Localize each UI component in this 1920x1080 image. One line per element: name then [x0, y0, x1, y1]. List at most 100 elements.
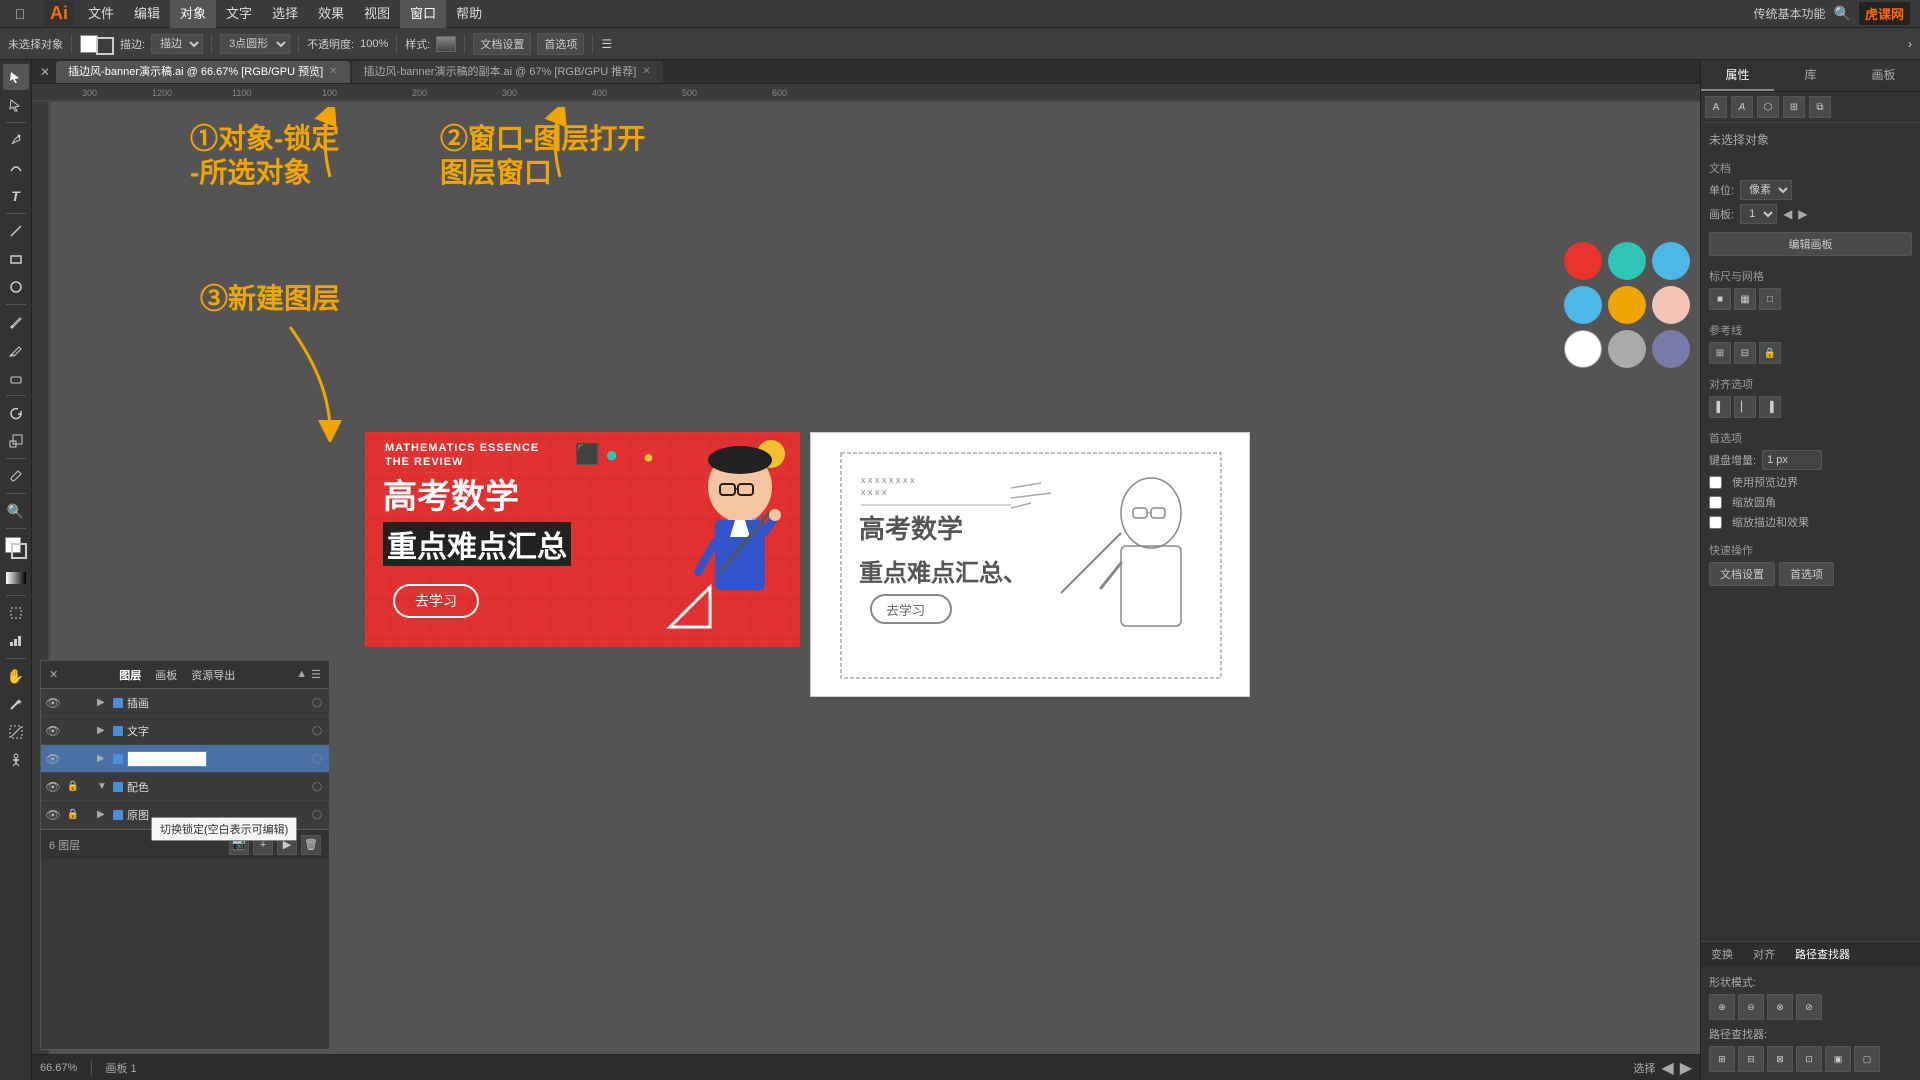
guide-lock-icon[interactable]: 🔒 — [1759, 342, 1781, 364]
unit-select[interactable]: 像素 — [1740, 180, 1792, 200]
tab-artboards[interactable]: 画板 — [1847, 60, 1920, 91]
direct-select-tool[interactable] — [3, 92, 29, 118]
close-panel-btn[interactable]: ✕ — [40, 65, 50, 79]
tab-library[interactable]: 库 — [1774, 60, 1847, 91]
pathfinder-icon[interactable]: ⧉ — [1809, 96, 1831, 118]
magic-wand-tool[interactable] — [3, 691, 29, 717]
canvas-prev-btn[interactable]: ◀ — [1783, 207, 1792, 221]
slice-tool[interactable] — [3, 719, 29, 745]
canvas-next-btn[interactable]: ▶ — [1798, 207, 1807, 221]
type-tool[interactable]: T — [3, 183, 29, 209]
layer-eye-palette[interactable]: 👁 — [45, 779, 61, 795]
layer-expand-chua[interactable]: ▶ — [97, 697, 109, 708]
crop-btn[interactable]: ⊡ — [1796, 1046, 1822, 1072]
nav-right-btn[interactable]: ▶ — [1680, 1058, 1692, 1078]
align-right-icon[interactable]: ▐ — [1759, 396, 1781, 418]
intersect-btn[interactable]: ⊗ — [1767, 994, 1793, 1020]
layer-expand-palette[interactable]: ▼ — [97, 781, 109, 792]
layers-tab-layers[interactable]: 图层 — [113, 665, 147, 685]
edit-canvas-btn[interactable]: 编辑画板 — [1709, 232, 1912, 256]
quick-doc-settings-btn[interactable]: 文档设置 — [1709, 562, 1775, 586]
layer-lock-original[interactable]: 🔒 — [65, 807, 81, 823]
menu-edit[interactable]: 编辑 — [124, 0, 170, 28]
doc-settings-btn[interactable]: 文档设置 — [473, 33, 531, 55]
curvature-tool[interactable] — [3, 155, 29, 181]
scale-corners-checkbox[interactable] — [1709, 496, 1722, 509]
menu-help[interactable]: 帮助 — [446, 0, 492, 28]
menu-text[interactable]: 文字 — [216, 0, 262, 28]
gradient-tool[interactable] — [3, 565, 29, 591]
quick-preferences-btn[interactable]: 首选项 — [1779, 562, 1834, 586]
eraser-tool[interactable] — [3, 365, 29, 391]
layer-name-editing[interactable] — [127, 751, 305, 767]
swatch-pink[interactable] — [1652, 286, 1690, 324]
trim-btn[interactable]: ⊟ — [1738, 1046, 1764, 1072]
menu-view[interactable]: 视图 — [354, 0, 400, 28]
layer-eye-original[interactable]: 👁 — [45, 807, 61, 823]
layer-lock-text[interactable] — [65, 723, 81, 739]
layer-row-original[interactable]: 👁 🔒 ▶ 原图 ◯ — [41, 801, 329, 829]
preview-bounds-checkbox[interactable] — [1709, 476, 1722, 489]
ruler-icon[interactable]: ■ — [1709, 288, 1731, 310]
align-center-h-icon[interactable]: ▏ — [1734, 396, 1756, 418]
make-clipping-mask-btn[interactable]: 📷 — [229, 835, 249, 855]
delete-layer-btn[interactable]: 🗑 — [301, 835, 321, 855]
minus-back-btn[interactable]: ▢ — [1854, 1046, 1880, 1072]
zoom-tool[interactable]: 🔍 — [3, 498, 29, 524]
scale-tool[interactable] — [3, 428, 29, 454]
layer-vis-palette[interactable]: ◯ — [309, 779, 325, 795]
swatch-red[interactable] — [1564, 242, 1602, 280]
eyedropper-tool[interactable] — [3, 463, 29, 489]
exclude-btn[interactable]: ⊘ — [1796, 994, 1822, 1020]
nudge-input[interactable] — [1762, 450, 1822, 470]
chevron-right-icon[interactable]: › — [1908, 37, 1912, 51]
canvas-select[interactable]: 1 — [1740, 204, 1777, 224]
swatch-blue[interactable] — [1652, 242, 1690, 280]
divide-btn[interactable]: ⊞ — [1709, 1046, 1735, 1072]
menu-object[interactable]: 对象 — [170, 0, 216, 28]
transform-icon-panel[interactable]: ⊞ — [1783, 96, 1805, 118]
effects-icon[interactable]: ⬡ — [1757, 96, 1779, 118]
apple-menu[interactable]:  — [0, 6, 40, 22]
layer-expand-original[interactable]: ▶ — [97, 809, 109, 820]
snap-icon[interactable]: □ — [1759, 288, 1781, 310]
layer-eye-chua[interactable]: 👁 — [45, 695, 61, 711]
swatch-orange[interactable] — [1608, 286, 1646, 324]
unite-btn[interactable]: ⊕ — [1709, 994, 1735, 1020]
select-tool[interactable] — [3, 64, 29, 90]
fill-stroke-box[interactable] — [3, 535, 29, 561]
stroke-color-btn[interactable] — [96, 37, 114, 55]
tab-1-close[interactable]: ✕ — [329, 61, 337, 83]
layer-lock-chua[interactable] — [65, 695, 81, 711]
type-icon[interactable]: A — [1731, 96, 1753, 118]
tab-properties[interactable]: 属性 — [1701, 60, 1774, 91]
line-tool[interactable] — [3, 218, 29, 244]
preferences-btn[interactable]: 首选项 — [537, 33, 584, 55]
graph-tool[interactable] — [3, 628, 29, 654]
layer-row-palette[interactable]: 👁 🔒 ▼ 配色 ◯ — [41, 773, 329, 801]
tab-pathfinder[interactable]: 路径查找器 — [1785, 942, 1860, 966]
ellipse-tool[interactable] — [3, 274, 29, 300]
tab-2[interactable]: 插边风-banner演示稿的副本.ai @ 67% [RGB/GPU 推荐] ✕ — [352, 61, 663, 83]
layer-vis-editing[interactable]: ◯ — [309, 751, 325, 767]
search-icon[interactable]: 🔍 — [1834, 5, 1851, 22]
menu-select[interactable]: 选择 — [262, 0, 308, 28]
guide-v-icon[interactable]: ⊟ — [1734, 342, 1756, 364]
pencil-tool[interactable] — [3, 337, 29, 363]
layers-tab-export[interactable]: 资源导出 — [185, 665, 241, 685]
swatch-teal[interactable] — [1608, 242, 1646, 280]
points-select[interactable]: 3点圆形 — [220, 34, 290, 54]
tab-transform[interactable]: 变换 — [1701, 942, 1743, 966]
paintbrush-tool[interactable] — [3, 309, 29, 335]
style-swatch[interactable] — [436, 36, 456, 52]
rotate-tool[interactable] — [3, 400, 29, 426]
swatch-gray[interactable] — [1608, 330, 1646, 368]
arrange-icon[interactable]: ☰ — [601, 37, 612, 51]
menu-window[interactable]: 窗口 — [400, 0, 446, 28]
menu-effects[interactable]: 效果 — [308, 0, 354, 28]
layer-name-input[interactable] — [127, 751, 207, 767]
grid-icon[interactable]: ▦ — [1734, 288, 1756, 310]
layer-eye-editing[interactable]: 👁 — [45, 751, 61, 767]
minus-front-btn[interactable]: ⊖ — [1738, 994, 1764, 1020]
move-selection-btn[interactable]: ▶ — [277, 835, 297, 855]
